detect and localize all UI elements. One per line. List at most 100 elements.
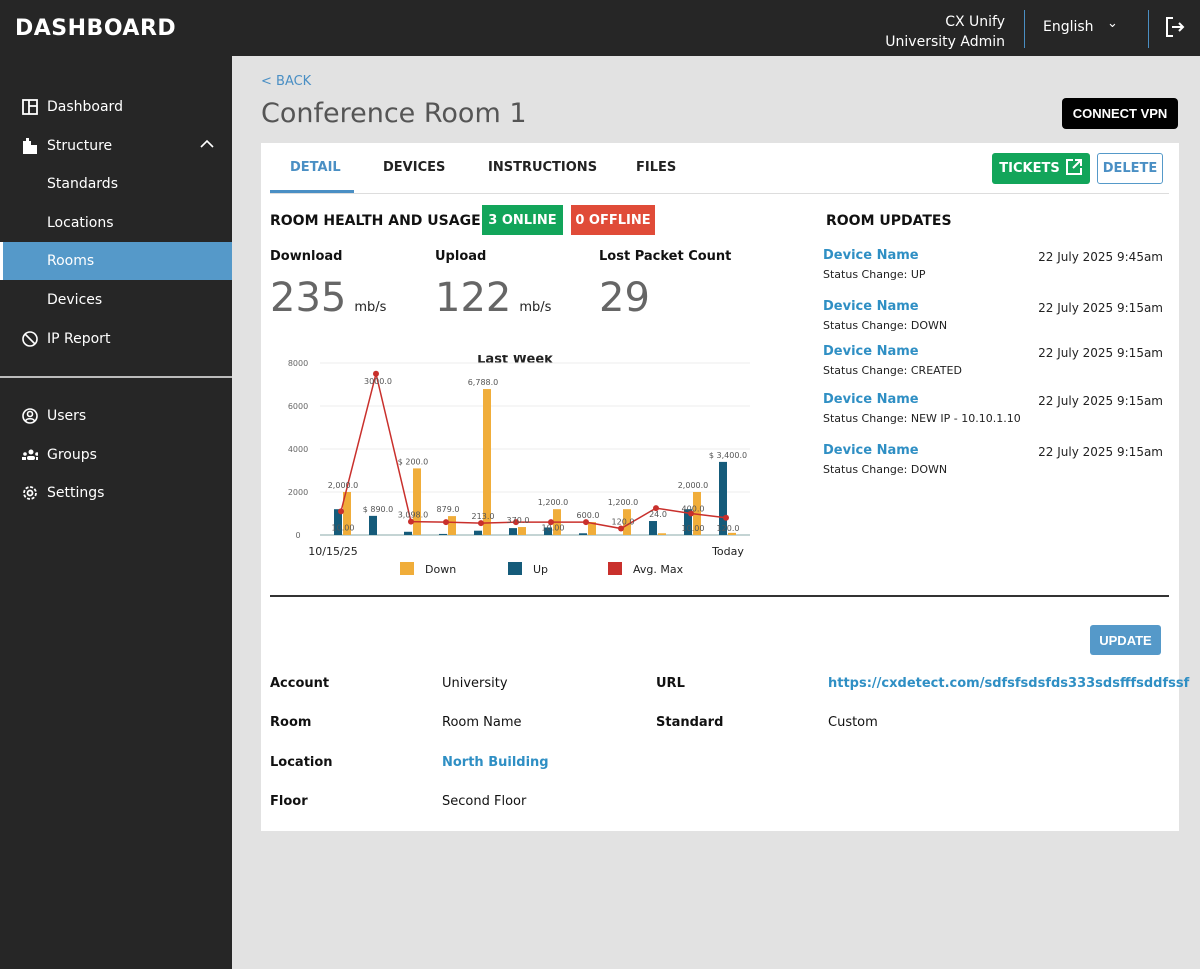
point-avg-max (443, 519, 449, 526)
tab-instructions[interactable]: INSTRUCTIONS (488, 160, 597, 175)
room-updates-title: ROOM UPDATES (826, 213, 952, 229)
room-detail-card: DETAIL DEVICES INSTRUCTIONS FILES TICKET… (261, 143, 1189, 831)
bar-down (448, 516, 456, 535)
bar-up (369, 515, 377, 535)
tab-files[interactable]: FILES (636, 160, 676, 175)
sidebar-item-settings[interactable]: Settings (0, 474, 232, 512)
user-role: University Admin (885, 34, 1005, 50)
tab-devices[interactable]: DEVICES (383, 160, 445, 175)
url-link[interactable]: https://cxdetect.com/sdfsfsdsfds333sdsff… (828, 676, 1189, 691)
update-date: 22 July 2025 9:15am (1038, 301, 1163, 315)
section-divider (270, 595, 1169, 597)
sidebar-item-label: Users (47, 408, 87, 424)
account-label: Account (270, 676, 330, 691)
tab-detail[interactable]: DETAIL (290, 160, 341, 175)
sidebar-item-devices[interactable]: Devices (0, 281, 232, 319)
y-tick-label: 0 (295, 531, 300, 540)
lost-packet-label: Lost Packet Count (599, 249, 732, 264)
download-value: 235 mb/s (270, 275, 387, 321)
device-name-link[interactable]: Device Name (823, 248, 919, 263)
data-label: 24.0 (649, 510, 667, 519)
bar-up (579, 533, 587, 535)
data-label: 6,788.0 (468, 378, 499, 387)
update-item: Device Name 22 July 2025 9:15am Status C… (823, 299, 1163, 339)
sidebar-item-label: Groups (47, 447, 97, 463)
delete-button[interactable]: DELETE (1097, 153, 1163, 184)
logout-icon[interactable] (1165, 16, 1185, 42)
update-date: 22 July 2025 9:15am (1038, 346, 1163, 360)
device-name-link[interactable]: Device Name (823, 392, 919, 407)
data-label: 10.00 (682, 524, 705, 533)
back-link[interactable]: < BACK (261, 74, 311, 89)
bar-up (474, 530, 482, 535)
org-name: CX Unify (945, 14, 1005, 30)
point-avg-max (723, 514, 729, 521)
device-name-link[interactable]: Device Name (823, 443, 919, 458)
update-item: Device Name 22 July 2025 9:15am Status C… (823, 344, 1163, 384)
data-label: 3,098.0 (398, 511, 429, 520)
data-label: 10.00 (332, 524, 355, 533)
room-label: Room (270, 715, 312, 730)
sidebar-item-label: Rooms (47, 253, 95, 269)
room-value: Room Name (442, 715, 522, 730)
sidebar-item-users[interactable]: Users (0, 397, 232, 435)
tickets-button[interactable]: TICKETS (992, 153, 1090, 184)
sidebar-item-structure[interactable]: Structure (0, 127, 232, 165)
data-label: 10.00 (542, 524, 565, 533)
device-name-link[interactable]: Device Name (823, 344, 919, 359)
connect-vpn-button[interactable]: CONNECT VPN (1062, 98, 1178, 129)
data-label: 120.0 (612, 518, 635, 527)
divider (1024, 10, 1025, 48)
standard-value: Custom (828, 715, 878, 730)
floor-label: Floor (270, 794, 308, 809)
data-label: 3000.0 (364, 377, 392, 386)
bar-down (413, 468, 421, 535)
data-label: 400.0 (682, 505, 705, 514)
bar-up (509, 528, 517, 535)
line-avg-max (340, 373, 727, 530)
tickets-label: TICKETS (999, 161, 1060, 176)
sidebar-item-ip-report[interactable]: IP Report (0, 320, 232, 358)
sidebar-item-label: IP Report (47, 331, 111, 347)
legend-label: Down (425, 563, 456, 576)
x-tick-label: 10/15/25 (308, 545, 357, 558)
status-change: Status Change: CREATED (823, 364, 962, 377)
x-tick-label: Today (711, 545, 744, 558)
tab-divider (270, 193, 1169, 194)
language-select[interactable]: English (1043, 19, 1094, 35)
device-name-link[interactable]: Device Name (823, 299, 919, 314)
sidebar-item-dashboard[interactable]: Dashboard (0, 88, 232, 126)
update-button[interactable]: UPDATE (1090, 625, 1161, 655)
y-tick-label: 8000 (288, 359, 308, 368)
sidebar-item-label: Structure (47, 138, 113, 154)
account-value: University (442, 676, 508, 691)
ip-report-icon (22, 331, 38, 347)
bar-down (658, 533, 666, 535)
upload-label: Upload (435, 249, 487, 264)
location-link[interactable]: North Building (442, 755, 549, 770)
data-label: 1,200.0 (608, 498, 639, 507)
data-label: 213.0 (472, 512, 495, 521)
sidebar-item-standards[interactable]: Standards (0, 165, 232, 203)
chevron-down-icon[interactable]: ⌄ (1107, 16, 1118, 31)
usage-chart: Last Week 0 2000 4000 6000 8000 2,000.0 10.00 $ … (288, 355, 750, 576)
location-label: Location (270, 755, 333, 770)
sidebar-item-locations[interactable]: Locations (0, 204, 232, 242)
point-avg-max (338, 508, 344, 515)
y-tick-label: 4000 (288, 445, 308, 454)
sidebar-divider (0, 376, 232, 378)
legend-label: Up (533, 563, 548, 576)
upload-value: 122 mb/s (435, 275, 552, 321)
bar-up (649, 521, 657, 535)
top-header: DASHBOARD CX Unify University Admin Engl… (0, 0, 1200, 56)
sidebar-item-rooms[interactable]: Rooms (0, 242, 232, 280)
chevron-up-icon[interactable] (200, 137, 214, 153)
user-icon (22, 408, 38, 424)
legend-label: Avg. Max (633, 563, 684, 576)
legend-swatch (608, 562, 622, 575)
sidebar-item-groups[interactable]: Groups (0, 436, 232, 474)
bar-down (518, 527, 526, 535)
data-label: 2,000.0 (678, 481, 709, 490)
data-label: 370.0 (507, 516, 530, 525)
legend-swatch (508, 562, 522, 575)
